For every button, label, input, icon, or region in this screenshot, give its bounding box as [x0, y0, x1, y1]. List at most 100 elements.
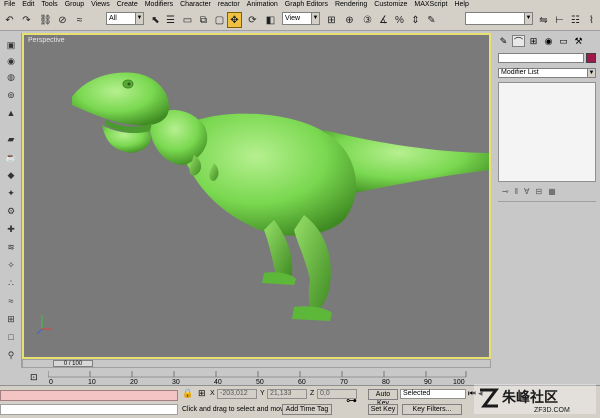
configure-sets-icon[interactable]: ▦ — [548, 187, 556, 197]
modify-tab-icon[interactable]: ⌒ — [512, 35, 525, 47]
create-pyramid-icon[interactable]: ▲ — [3, 107, 19, 119]
panel-divider — [498, 201, 596, 202]
create-bone-icon[interactable]: ⚲ — [3, 349, 19, 361]
menu-modifiers[interactable]: Modifiers — [145, 0, 173, 9]
layer-manager-icon[interactable]: ☷ — [568, 12, 583, 28]
display-tab-icon[interactable]: ▭ — [557, 35, 570, 47]
select-and-move-icon[interactable]: ✥ — [227, 12, 242, 28]
create-grid-icon[interactable]: ⊞ — [3, 313, 19, 325]
absolute-mode-icon[interactable]: ⊞ — [198, 388, 206, 398]
reference-coord-dropdown[interactable]: View ▼ — [282, 12, 320, 25]
select-and-scale-icon[interactable]: ◧ — [263, 12, 278, 28]
create-spacewarp-icon[interactable]: ≋ — [3, 241, 19, 253]
track-bar-icon[interactable]: ⊡ — [30, 372, 38, 382]
create-camera-icon[interactable]: ⚙ — [3, 205, 19, 217]
create-helper-icon[interactable]: ✚ — [3, 223, 19, 235]
key-filters-button[interactable]: Key Filters... — [402, 404, 462, 415]
maxscript-listener[interactable] — [0, 390, 178, 401]
menu-customize[interactable]: Customize — [374, 0, 407, 9]
mirror-icon[interactable]: ⇋ — [536, 12, 551, 28]
auto-key-button[interactable]: Auto Key — [368, 389, 398, 407]
command-panel-tabs: ✎ ⌒ ⊞ ◉ ▭ ⚒ — [494, 33, 600, 49]
x-coordinate-field[interactable]: -203,012 — [217, 389, 257, 399]
menu-create[interactable]: Create — [117, 0, 138, 9]
undo-icon[interactable]: ↶ — [2, 12, 17, 28]
unlink-icon[interactable]: ⊘ — [55, 12, 70, 28]
menu-rendering[interactable]: Rendering — [335, 0, 367, 9]
maxscript-input[interactable] — [0, 404, 178, 415]
menu-edit[interactable]: Edit — [22, 0, 34, 9]
pin-stack-icon[interactable]: ⊸ — [502, 187, 509, 197]
add-time-tag-button[interactable]: Add Time Tag — [282, 404, 332, 415]
create-cone-icon[interactable]: ◆ — [3, 169, 19, 181]
object-color-swatch[interactable] — [586, 53, 596, 63]
selection-filter-dropdown[interactable]: All ▼ — [106, 12, 144, 25]
key-icon[interactable]: ⊶ — [346, 396, 357, 407]
menu-views[interactable]: Views — [91, 0, 110, 9]
pivot-center-icon[interactable]: ⊞ — [324, 12, 339, 28]
bind-space-warp-icon[interactable]: ≈ — [72, 12, 87, 28]
hierarchy-tab-icon[interactable]: ⊞ — [527, 35, 540, 47]
menu-help[interactable]: Help — [454, 0, 468, 9]
create-teapot-icon[interactable]: ☕ — [3, 151, 19, 163]
create-shape-icon[interactable]: ✧ — [3, 259, 19, 271]
track-bar[interactable]: ⊡ 0 10 20 30 40 50 60 70 80 90 100 — [0, 369, 600, 385]
create-tab-icon[interactable]: ✎ — [497, 35, 510, 47]
show-end-result-icon[interactable]: ‖ — [515, 187, 518, 197]
create-box-icon[interactable]: ▣ — [3, 39, 19, 51]
menu-tools[interactable]: Tools — [41, 0, 57, 9]
spinner-snap-icon[interactable]: ⇕ — [408, 12, 423, 28]
select-and-rotate-icon[interactable]: ⟳ — [245, 12, 260, 28]
remove-modifier-icon[interactable]: ⊟ — [536, 187, 543, 197]
create-torus-icon[interactable]: ⊚ — [3, 89, 19, 101]
trex-model[interactable] — [24, 35, 489, 357]
menu-reactor[interactable]: reactor — [218, 0, 240, 9]
create-light-icon[interactable]: ✦ — [3, 187, 19, 199]
named-selection-icon[interactable]: ✎ — [424, 12, 439, 28]
create-particle-icon[interactable]: ∴ — [3, 277, 19, 289]
window-crossing-icon[interactable]: ⧉ — [196, 12, 211, 28]
set-key-button[interactable]: Set Key — [368, 404, 398, 415]
object-name-field[interactable] — [498, 53, 584, 63]
modifier-stack[interactable] — [498, 82, 596, 182]
create-dummy-icon[interactable]: □ — [3, 331, 19, 343]
modifier-list-label: Modifier List — [501, 69, 539, 76]
y-coordinate-field[interactable]: 21,133 — [267, 389, 307, 399]
menu-character[interactable]: Character — [180, 0, 211, 9]
redo-icon[interactable]: ↷ — [19, 12, 34, 28]
select-by-name-icon[interactable]: ☰ — [163, 12, 178, 28]
align-icon[interactable]: ⊢ — [552, 12, 567, 28]
menu-file[interactable]: File — [4, 0, 15, 9]
key-selection-dropdown[interactable]: Selected — [400, 389, 466, 399]
track-ruler[interactable]: 0 10 20 30 40 50 60 70 80 90 100 — [48, 369, 468, 385]
curve-editor-icon[interactable]: ⌇ — [584, 12, 599, 28]
create-cylinder-icon[interactable]: ◍ — [3, 71, 19, 83]
menu-graph-editors[interactable]: Graph Editors — [285, 0, 328, 9]
modifier-list-dropdown[interactable]: Modifier List ▼ — [498, 68, 596, 78]
motion-tab-icon[interactable]: ◉ — [542, 35, 555, 47]
create-wave-icon[interactable]: ≈ — [3, 295, 19, 307]
utilities-tab-icon[interactable]: ⚒ — [572, 35, 585, 47]
time-slider[interactable]: 0 / 100 — [22, 359, 491, 368]
select-region-icon[interactable]: ▢ — [212, 12, 227, 28]
select-manipulate-icon[interactable]: ⊕ — [342, 12, 357, 28]
menu-maxscript[interactable]: MAXScript — [414, 0, 447, 9]
percent-snap-icon[interactable]: % — [392, 12, 407, 28]
rect-selection-icon[interactable]: ▭ — [180, 12, 195, 28]
create-sphere-icon[interactable]: ◉ — [3, 55, 19, 67]
create-plane-icon[interactable]: ▰ — [3, 133, 19, 145]
perspective-viewport[interactable]: Perspective — [22, 33, 491, 359]
make-unique-icon[interactable]: ∀ — [524, 187, 529, 197]
named-selection-sets-dropdown[interactable]: ▼ — [465, 12, 533, 25]
select-link-icon[interactable]: ⛓ — [38, 12, 53, 28]
time-slider-thumb[interactable]: 0 / 100 — [53, 360, 93, 367]
watermark-url: ZF3D.COM — [534, 407, 570, 414]
menu-bar: File Edit Tools Group Views Create Modif… — [0, 0, 600, 9]
lock-selection-icon[interactable]: 🔒 — [182, 388, 193, 398]
menu-animation[interactable]: Animation — [247, 0, 278, 9]
left-tools: ▣ ◉ ◍ ⊚ ▲ ▰ ☕ ◆ ✦ ⚙ ✚ ≋ ✧ ∴ ≈ ⊞ □ ⚲ — [0, 33, 22, 368]
select-object-icon[interactable]: ⬉ — [148, 12, 163, 28]
menu-group[interactable]: Group — [65, 0, 84, 9]
angle-snap-icon[interactable]: ∡ — [376, 12, 391, 28]
snap-toggle-icon[interactable]: ③ — [360, 12, 375, 28]
